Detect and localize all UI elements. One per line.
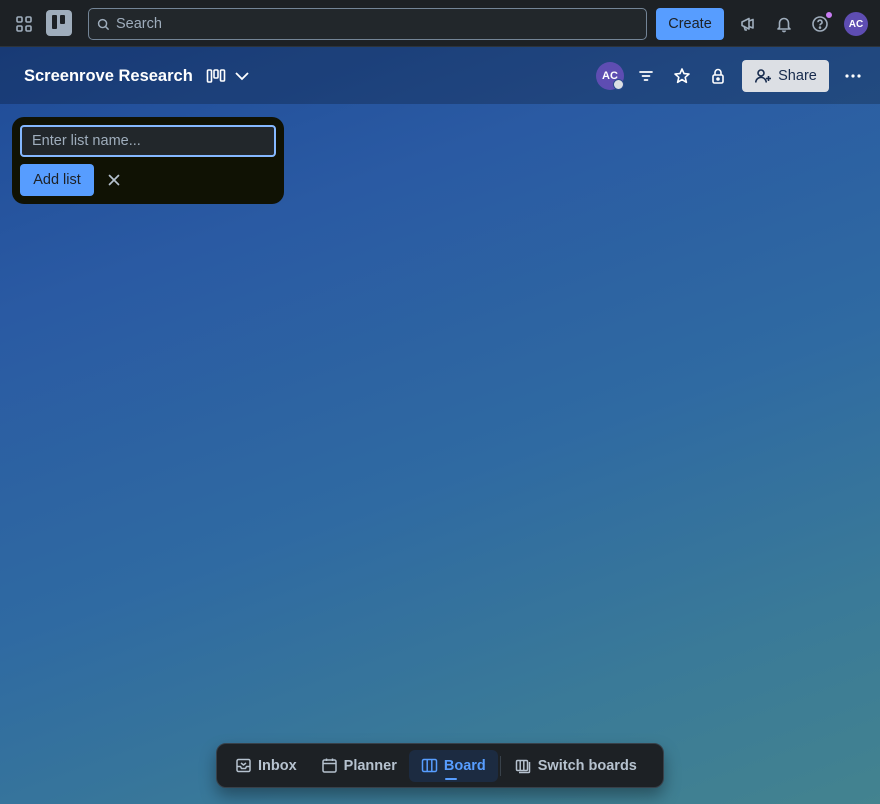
app-switcher-button[interactable]	[8, 8, 40, 40]
calendar-icon	[321, 758, 337, 773]
board-view-switcher[interactable]	[206, 60, 254, 92]
megaphone-icon	[741, 17, 754, 31]
nav-inbox[interactable]: Inbox	[223, 750, 309, 782]
star-board-button[interactable]	[666, 60, 698, 92]
board-header: Screenrove Research AC Share	[0, 47, 880, 104]
visibility-button[interactable]	[702, 60, 734, 92]
filter-button[interactable]	[630, 60, 662, 92]
inbox-icon	[236, 758, 251, 773]
add-list-composer: Add list	[12, 117, 284, 204]
bell-icon	[777, 17, 791, 33]
search-input[interactable]	[116, 16, 616, 32]
nav-divider	[499, 755, 501, 776]
user-avatar[interactable]: AC	[844, 12, 868, 36]
board-canvas: Screenrove Research AC Share Enter list …	[0, 47, 880, 804]
board-member-avatar[interactable]: AC	[596, 62, 624, 90]
share-button[interactable]: Share	[742, 60, 829, 92]
search-box[interactable]	[88, 8, 647, 40]
share-label: Share	[778, 68, 817, 84]
bottom-navigation: Inbox Planner Board Switch boards	[216, 743, 664, 788]
nav-board[interactable]: Board	[408, 749, 498, 782]
board-icon	[421, 758, 438, 773]
trello-logo[interactable]	[46, 10, 72, 36]
filter-icon	[639, 71, 653, 81]
lock-icon	[712, 68, 724, 84]
nav-switch-boards-label: Switch boards	[537, 757, 637, 774]
board-title[interactable]: Screenrove Research	[24, 67, 193, 86]
switch-boards-icon	[515, 759, 531, 774]
add-person-icon	[755, 69, 772, 83]
add-list-button[interactable]: Add list	[20, 164, 94, 196]
notifications-button[interactable]	[768, 8, 800, 40]
nav-switch-boards[interactable]: Switch boards	[503, 750, 649, 782]
cancel-add-list-button[interactable]	[98, 164, 130, 196]
nav-planner-label: Planner	[343, 757, 397, 774]
nav-planner[interactable]: Planner	[309, 750, 409, 782]
close-icon	[108, 174, 120, 186]
board-view-icon	[206, 69, 226, 83]
notification-dot	[825, 11, 833, 19]
top-navigation-bar: Create AC	[0, 0, 880, 47]
apps-grid-icon	[16, 16, 32, 32]
board-menu-button[interactable]	[837, 60, 869, 92]
list-name-input[interactable]	[20, 125, 276, 157]
chevron-down-icon	[235, 72, 249, 81]
admin-badge-icon	[613, 79, 624, 90]
create-button[interactable]: Create	[656, 8, 724, 40]
nav-inbox-label: Inbox	[258, 757, 297, 774]
feedback-button[interactable]	[732, 8, 764, 40]
search-icon	[97, 18, 110, 30]
nav-board-label: Board	[443, 757, 486, 774]
star-icon	[674, 68, 690, 84]
more-horizontal-icon	[845, 74, 861, 78]
